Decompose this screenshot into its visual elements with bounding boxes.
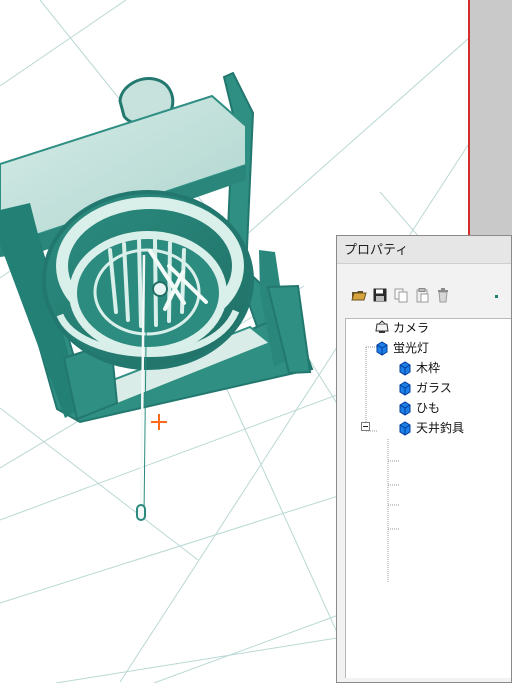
center-knob (152, 281, 168, 297)
paste-icon (416, 288, 429, 303)
copy-icon (394, 288, 408, 303)
fluorescent-lamp-model[interactable] (0, 71, 314, 521)
delete-button[interactable] (435, 287, 451, 303)
cube-icon (397, 380, 413, 396)
selection-indicator (468, 0, 512, 236)
cube-icon (374, 340, 390, 356)
save-button[interactable] (372, 287, 388, 303)
toolbar-handle (495, 295, 498, 298)
paste-button[interactable] (414, 287, 430, 303)
copy-button[interactable] (393, 287, 409, 303)
tree-item-glass[interactable]: ガラス (397, 379, 452, 397)
tree-item-label: ひも (416, 401, 441, 415)
cube-icon (397, 360, 413, 376)
tree-collapse-toggle[interactable] (361, 422, 370, 431)
panel-titlebar[interactable]: プロパティ (337, 236, 511, 264)
open-button[interactable] (351, 287, 367, 303)
object-tree[interactable]: カメラ 蛍光灯 木枠 ガラス ひも 天井釣具 (345, 318, 511, 678)
tree-item-fluorescent-light[interactable]: 蛍光灯 (374, 339, 429, 357)
tree-item-ceiling-hanger[interactable]: 天井釣具 (397, 419, 464, 437)
trash-icon (438, 288, 448, 303)
tree-item-label: カメラ (393, 321, 430, 335)
cube-icon (397, 400, 413, 416)
property-panel[interactable]: プロパティ カメラ 蛍光灯 木枠 ガラス ひも 天井釣具 (336, 235, 512, 683)
tree-item-label: ガラス (416, 381, 452, 395)
tree-item-label: 蛍光灯 (393, 341, 430, 355)
camera-icon (374, 320, 390, 336)
tree-item-camera[interactable]: カメラ (374, 319, 429, 337)
toolbar (337, 265, 511, 317)
cube-icon (397, 420, 413, 436)
panel-title: プロパティ (344, 243, 409, 258)
crosshair-cursor-icon (151, 414, 167, 430)
folder-open-icon (351, 291, 367, 301)
tree-item-label: 天井釣具 (416, 421, 465, 435)
tree-item-label: 木枠 (416, 361, 441, 375)
tree-item-string[interactable]: ひも (397, 399, 440, 417)
pull-string-end[interactable] (136, 504, 146, 521)
save-icon (373, 288, 387, 302)
tree-item-wood-frame[interactable]: 木枠 (397, 359, 440, 377)
